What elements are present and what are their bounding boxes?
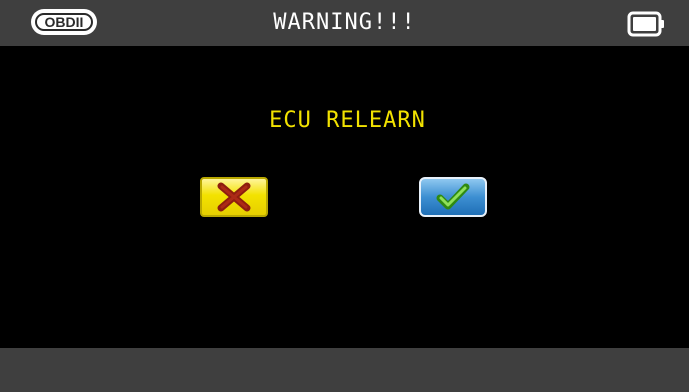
battery-icon: [627, 11, 664, 37]
page-title: WARNING!!!: [273, 10, 416, 35]
bottom-bar: [0, 348, 689, 392]
cancel-button[interactable]: [200, 177, 268, 217]
dialog-area: ECU RELEARN: [6, 46, 689, 348]
top-status-bar: OBDII WARNING!!!: [0, 0, 689, 46]
dialog-prompt: ECU RELEARN: [269, 108, 426, 133]
checkmark-icon: [436, 183, 470, 210]
cross-icon: [217, 182, 251, 212]
device-screen: OBDII WARNING!!! ECU RELEARN: [0, 0, 689, 392]
confirm-button[interactable]: [419, 177, 487, 217]
